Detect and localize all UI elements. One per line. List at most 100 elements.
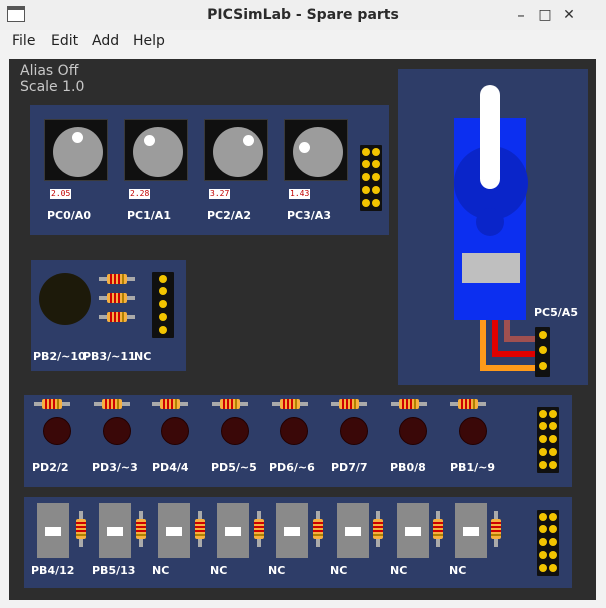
resistor xyxy=(94,399,130,409)
led-label-4: PD6/~6 xyxy=(269,461,315,474)
resistor xyxy=(76,511,86,547)
title-bar: PICSimLab - Spare parts – □ ✕ xyxy=(0,0,606,31)
pin-header[interactable] xyxy=(537,407,559,473)
servo-panel[interactable]: PC5/A5 xyxy=(398,69,588,385)
push-button-panel[interactable]: PB4/12 PB5/13 NC NC NC NC NC NC xyxy=(24,497,572,588)
push-button-2[interactable] xyxy=(158,503,190,558)
knob[interactable] xyxy=(53,127,103,177)
knob[interactable] xyxy=(133,127,183,177)
pot-value-3: 1.43 xyxy=(289,189,311,199)
header-pin xyxy=(362,173,370,181)
led-0[interactable] xyxy=(43,417,71,445)
menu-help[interactable]: Help xyxy=(133,33,165,49)
potentiometer-3[interactable] xyxy=(284,119,348,181)
potentiometer-1[interactable] xyxy=(124,119,188,181)
resistor xyxy=(152,399,188,409)
resistor xyxy=(491,511,501,547)
header-pin xyxy=(549,448,557,456)
header-pin xyxy=(372,199,380,207)
header-pin xyxy=(539,513,547,521)
header-pin xyxy=(372,173,380,181)
button-label-3: NC xyxy=(210,564,228,577)
pot-label-1: PC1/A1 xyxy=(127,209,171,222)
led-label-0: PD2/2 xyxy=(32,461,69,474)
potentiometer-0[interactable] xyxy=(44,119,108,181)
led-2[interactable] xyxy=(161,417,189,445)
servo-label-plate xyxy=(462,253,520,283)
resistor xyxy=(433,511,443,547)
header-pin xyxy=(539,461,547,469)
push-button-3[interactable] xyxy=(217,503,249,558)
alias-status: Alias Off xyxy=(20,63,79,79)
led-5[interactable] xyxy=(340,417,368,445)
buzzer-panel[interactable]: PB2/~10 PB3/~11 NC xyxy=(31,260,186,371)
button-label-5: NC xyxy=(330,564,348,577)
resistor xyxy=(99,293,135,303)
header-pin xyxy=(549,410,557,418)
servo-gear xyxy=(476,208,504,236)
led-1[interactable] xyxy=(103,417,131,445)
led-7[interactable] xyxy=(459,417,487,445)
led-label-1: PD3/~3 xyxy=(92,461,138,474)
resistor xyxy=(34,399,70,409)
pin-header[interactable] xyxy=(537,510,559,576)
servo-arm[interactable] xyxy=(480,85,500,189)
button-label-4: NC xyxy=(268,564,286,577)
led-label-7: PB1/~9 xyxy=(450,461,495,474)
header-pin xyxy=(372,160,380,168)
header-pin xyxy=(539,362,547,370)
maximize-button[interactable]: □ xyxy=(535,5,555,25)
pin-header[interactable] xyxy=(535,327,550,377)
scale-status: Scale 1.0 xyxy=(20,79,85,95)
resistor xyxy=(212,399,248,409)
header-pin xyxy=(549,551,557,559)
push-button-7[interactable] xyxy=(455,503,487,558)
led-label-3: PD5/~5 xyxy=(211,461,257,474)
menu-add[interactable]: Add xyxy=(92,33,119,49)
menu-file[interactable]: File xyxy=(12,33,35,49)
led-4[interactable] xyxy=(280,417,308,445)
header-pin xyxy=(372,148,380,156)
header-pin xyxy=(549,564,557,572)
button-label-6: NC xyxy=(390,564,408,577)
button-label-1: PB5/13 xyxy=(92,564,136,577)
buzzer-label-1: PB3/~11 xyxy=(83,350,136,363)
header-pin xyxy=(159,287,167,295)
knob[interactable] xyxy=(293,127,343,177)
potentiometers-panel[interactable]: 2.05 2.28 3.27 1.43 PC0/A0 PC1/A1 PC2/A2… xyxy=(30,105,389,235)
led-label-2: PD4/4 xyxy=(152,461,189,474)
header-pin xyxy=(362,199,370,207)
resistor xyxy=(272,399,308,409)
led-panel[interactable]: PD2/2 PD3/~3 PD4/4 PD5/~5 PD6/~6 PD7/7 P… xyxy=(24,395,572,487)
resistor xyxy=(313,511,323,547)
knob[interactable] xyxy=(213,127,263,177)
buzzer-label-2: NC xyxy=(134,350,152,363)
workspace-canvas[interactable]: Alias Off Scale 1.0 2.05 2.28 3.27 1.43 … xyxy=(9,59,596,600)
knob-indicator xyxy=(144,135,155,146)
push-button-5[interactable] xyxy=(337,503,369,558)
header-pin xyxy=(539,435,547,443)
header-pin xyxy=(539,538,547,546)
servo-label: PC5/A5 xyxy=(534,306,578,319)
close-button[interactable]: ✕ xyxy=(559,5,579,25)
menu-edit[interactable]: Edit xyxy=(51,33,78,49)
led-3[interactable] xyxy=(221,417,249,445)
pot-value-2: 3.27 xyxy=(209,189,231,199)
header-pin xyxy=(362,148,370,156)
led-6[interactable] xyxy=(399,417,427,445)
push-button-0[interactable] xyxy=(37,503,69,558)
pot-label-3: PC3/A3 xyxy=(287,209,331,222)
push-button-4[interactable] xyxy=(276,503,308,558)
push-button-6[interactable] xyxy=(397,503,429,558)
header-pin xyxy=(539,346,547,354)
header-pin xyxy=(549,538,557,546)
header-pin xyxy=(539,551,547,559)
pin-header[interactable] xyxy=(360,145,382,211)
pin-header[interactable] xyxy=(152,272,174,338)
minimize-button[interactable]: – xyxy=(511,5,531,25)
potentiometer-2[interactable] xyxy=(204,119,268,181)
header-pin xyxy=(539,410,547,418)
push-button-1[interactable] xyxy=(99,503,131,558)
buzzer[interactable] xyxy=(39,273,91,325)
knob-indicator xyxy=(299,142,310,153)
